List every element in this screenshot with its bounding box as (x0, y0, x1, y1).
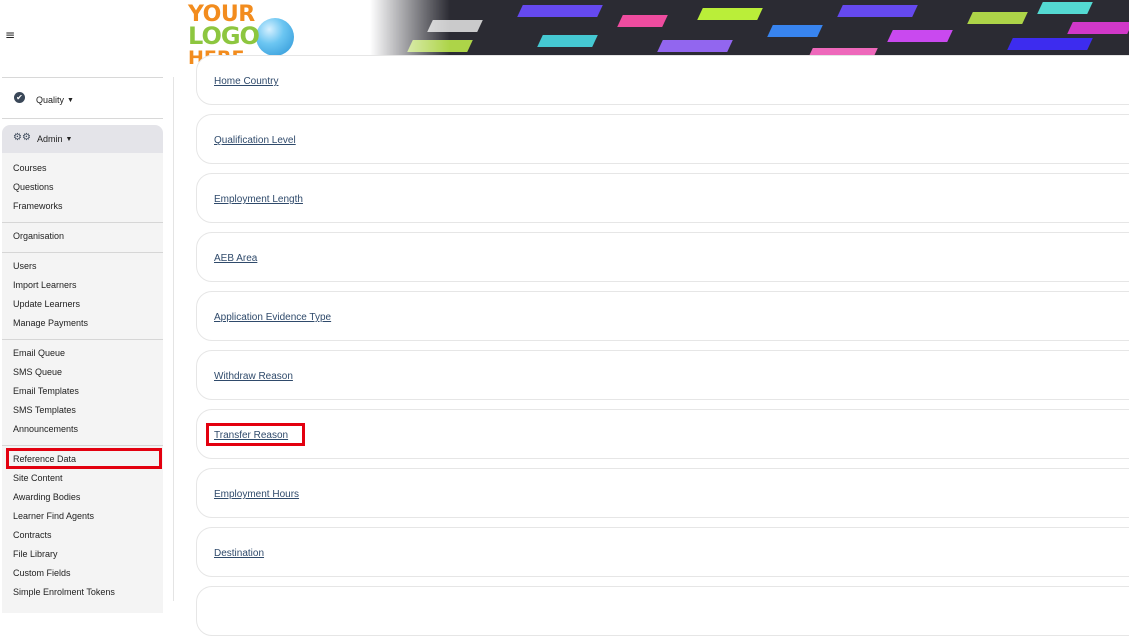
menu-divider (2, 252, 163, 253)
menu-item-contracts[interactable]: Contracts (13, 530, 52, 541)
reference-link-home-country[interactable]: Home Country (214, 76, 278, 87)
reference-data-list: Home Country Qualification Level Employm… (174, 55, 1129, 636)
sidebar-item-quality[interactable]: ✔ Quality ▼ (2, 77, 163, 119)
reference-card: Withdraw Reason (196, 350, 1129, 400)
reference-link-withdraw-reason[interactable]: Withdraw Reason (214, 371, 293, 382)
menu-divider (2, 222, 163, 223)
reference-link-employment-hours[interactable]: Employment Hours (214, 489, 299, 500)
menu-item-sms-queue[interactable]: SMS Queue (13, 367, 62, 378)
menu-item-email-templates[interactable]: Email Templates (13, 386, 79, 397)
reference-card: Employment Length (196, 173, 1129, 223)
menu-item-update-learners[interactable]: Update Learners (13, 299, 80, 310)
reference-card: Transfer Reason (196, 409, 1129, 459)
menu-item-manage-payments[interactable]: Manage Payments (13, 318, 88, 329)
sidebar: ✔ Quality ▼ ⚙⚙ Admin ▼ Courses Questions F… (0, 77, 174, 613)
caret-down-icon: ▼ (65, 136, 73, 143)
menu-item-frameworks[interactable]: Frameworks (13, 201, 63, 212)
menu-item-simple-enrolment-tokens[interactable]: Simple Enrolment Tokens (13, 587, 115, 598)
menu-item-courses[interactable]: Courses (13, 163, 47, 174)
menu-item-awarding-bodies[interactable]: Awarding Bodies (13, 492, 80, 503)
reference-data-highlight-box (6, 448, 162, 469)
admin-label: Admin (37, 134, 63, 144)
reference-card: Qualification Level (196, 114, 1129, 164)
logo-text-line2: LOGO (188, 22, 260, 50)
check-circle-icon: ✔ (14, 92, 25, 103)
caret-down-icon: ▼ (67, 97, 74, 104)
reference-card (196, 586, 1129, 636)
reference-card: Application Evidence Type (196, 291, 1129, 341)
menu-item-custom-fields[interactable]: Custom Fields (13, 568, 71, 579)
menu-divider (2, 339, 163, 340)
menu-item-users[interactable]: Users (13, 261, 37, 272)
menu-item-file-library[interactable]: File Library (13, 549, 58, 560)
gears-icon: ⚙⚙ (13, 132, 31, 143)
sidebar-item-admin[interactable]: ⚙⚙ Admin ▼ (2, 125, 163, 153)
logo-orb (256, 18, 294, 56)
menu-item-organisation[interactable]: Organisation (13, 231, 64, 242)
menu-toggle-icon[interactable]: ≡ (5, 28, 15, 42)
reference-card: Destination (196, 527, 1129, 577)
menu-item-email-queue[interactable]: Email Queue (13, 348, 65, 359)
admin-submenu: Courses Questions Frameworks Organisatio… (2, 153, 163, 613)
menu-item-site-content[interactable]: Site Content (13, 473, 63, 484)
menu-item-import-learners[interactable]: Import Learners (13, 280, 77, 291)
reference-card: Home Country (196, 55, 1129, 105)
menu-item-questions[interactable]: Questions (13, 182, 54, 193)
transfer-reason-highlight-box (206, 423, 305, 446)
reference-card: AEB Area (196, 232, 1129, 282)
quality-label: Quality (36, 95, 65, 105)
reference-link-destination[interactable]: Destination (214, 548, 264, 559)
menu-item-learner-find-agents[interactable]: Learner Find Agents (13, 511, 94, 522)
menu-item-sms-templates[interactable]: SMS Templates (13, 405, 76, 416)
reference-link-employment-length[interactable]: Employment Length (214, 194, 303, 205)
reference-link-application-evidence-type[interactable]: Application Evidence Type (214, 312, 331, 323)
menu-item-announcements[interactable]: Announcements (13, 424, 78, 435)
reference-link-aeb-area[interactable]: AEB Area (214, 253, 257, 264)
reference-link-qualification-level[interactable]: Qualification Level (214, 135, 296, 146)
reference-card: Employment Hours (196, 468, 1129, 518)
menu-divider (2, 445, 163, 446)
